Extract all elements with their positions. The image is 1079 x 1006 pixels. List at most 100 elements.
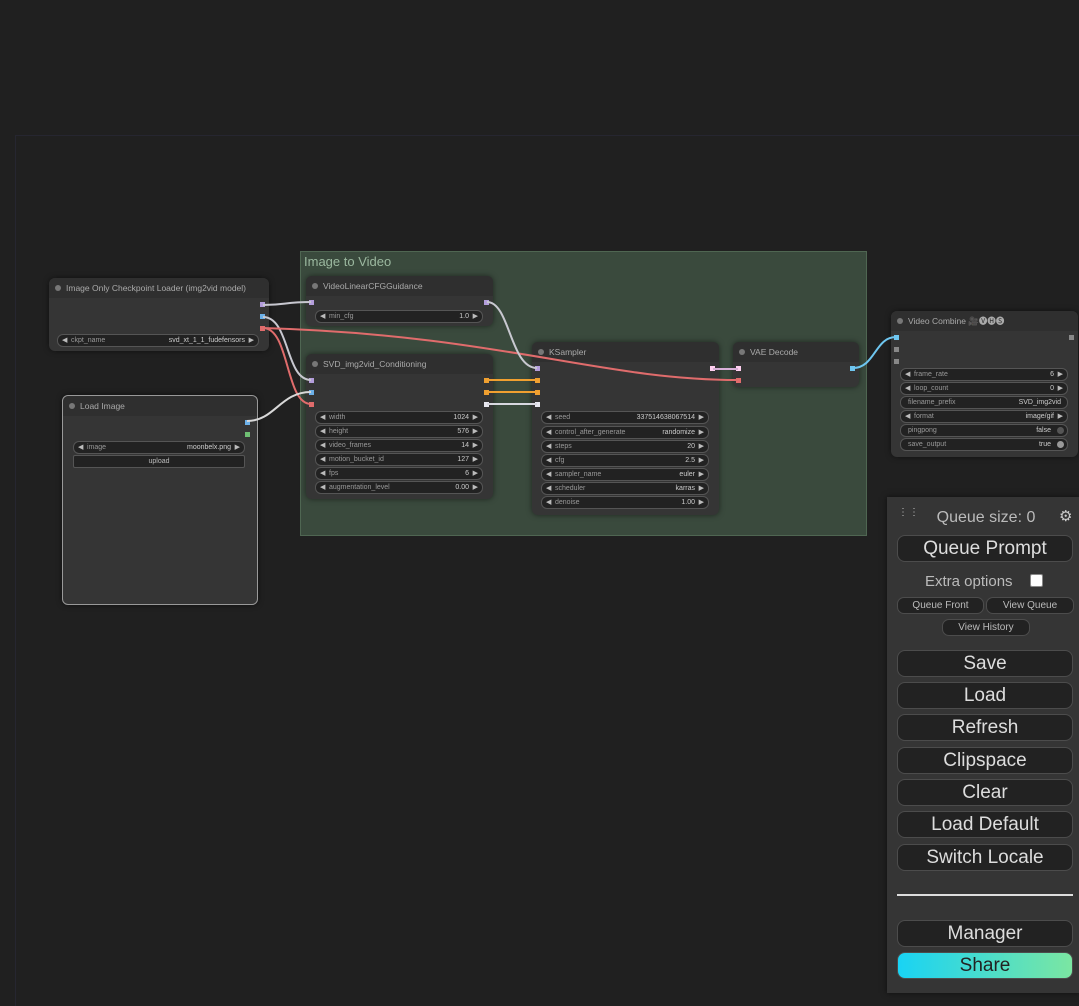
decrement-arrow-icon[interactable]: ◀ [320,482,325,493]
widget-frame-rate[interactable]: ◀ frame_rate 6 ▶ [900,368,1068,381]
increment-arrow-icon[interactable]: ▶ [473,426,478,437]
decrement-arrow-icon[interactable]: ◀ [320,440,325,451]
manager-button[interactable]: Manager [897,920,1073,947]
load-button[interactable]: Load [897,682,1073,709]
switch-locale-button[interactable]: Switch Locale [897,844,1073,871]
output-port-negative[interactable] [484,390,489,395]
input-port-meta-batch[interactable] [894,359,899,364]
decrement-arrow-icon[interactable]: ◀ [546,427,551,438]
decrement-arrow-icon[interactable]: ◀ [546,455,551,466]
refresh-button[interactable]: Refresh [897,714,1073,741]
increment-arrow-icon[interactable]: ▶ [473,468,478,479]
view-queue-button[interactable]: View Queue [986,597,1074,614]
increment-arrow-icon[interactable]: ▶ [699,412,704,423]
increment-arrow-icon[interactable]: ▶ [1058,411,1063,422]
increment-arrow-icon[interactable]: ▶ [1058,383,1063,394]
upload-button[interactable]: upload [73,455,245,468]
collapse-dot[interactable] [69,403,75,409]
node-checkpoint-loader[interactable]: Image Only Checkpoint Loader (img2vid mo… [49,278,269,351]
queue-front-button[interactable]: Queue Front [897,597,984,614]
increment-arrow-icon[interactable]: ▶ [699,455,704,466]
widget-save-output[interactable]: save_output true [900,438,1068,451]
node-svd-img2vid-conditioning[interactable]: SVD_img2vid_Conditioning ◀ width 1024 ▶ ◀ he… [306,354,493,499]
decrement-arrow-icon[interactable]: ◀ [905,369,910,380]
input-port-clip-vision[interactable] [309,378,314,383]
output-port-mask[interactable] [245,432,250,437]
node-video-combine[interactable]: Video Combine 🎥🅥🅗🅢 ◀ frame_rate 6 ▶ ◀ loop_c… [891,311,1078,457]
decrement-arrow-icon[interactable]: ◀ [320,468,325,479]
widget-denoise[interactable]: ◀ denoise 1.00 ▶ [541,496,709,509]
input-port-model[interactable] [535,366,540,371]
increment-arrow-icon[interactable]: ▶ [699,427,704,438]
decrement-arrow-icon[interactable]: ◀ [546,497,551,508]
increment-arrow-icon[interactable]: ▶ [473,311,478,322]
output-port-model[interactable] [260,302,265,307]
widget-video-frames[interactable]: ◀ video_frames 14 ▶ [315,439,483,452]
widget-image[interactable]: ◀ image moonbelx.png ▶ [73,441,245,454]
clipspace-button[interactable]: Clipspace [897,747,1073,774]
increment-arrow-icon[interactable]: ▶ [473,440,478,451]
node-ksampler[interactable]: KSampler ◀ seed 337514638067514 ▶ ◀ control_… [532,342,719,515]
widget-seed[interactable]: ◀ seed 337514638067514 ▶ [541,411,709,424]
input-port-samples[interactable] [736,366,741,371]
output-port-positive[interactable] [484,378,489,383]
increment-arrow-icon[interactable]: ▶ [249,335,254,346]
input-port-vae[interactable] [736,378,741,383]
decrement-arrow-icon[interactable]: ◀ [320,426,325,437]
input-port-model[interactable] [309,300,314,305]
widget-pingpong[interactable]: pingpong false [900,424,1068,437]
share-button[interactable]: Share [897,952,1073,979]
widget-width[interactable]: ◀ width 1024 ▶ [315,411,483,424]
gear-icon[interactable]: ⚙ [1059,507,1072,525]
collapse-dot[interactable] [739,349,745,355]
widget-cfg[interactable]: ◀ cfg 2.5 ▶ [541,454,709,467]
input-port-audio[interactable] [894,347,899,352]
widget-fps[interactable]: ◀ fps 6 ▶ [315,467,483,480]
widget-steps[interactable]: ◀ steps 20 ▶ [541,440,709,453]
widget-ckpt-name[interactable]: ◀ ckpt_name svd_xt_1_1_fudefensors ▶ [57,334,259,347]
queue-prompt-button[interactable]: Queue Prompt [897,535,1073,562]
save-button[interactable]: Save [897,650,1073,677]
decrement-arrow-icon[interactable]: ◀ [62,335,67,346]
collapse-dot[interactable] [897,318,903,324]
widget-motion-bucket-id[interactable]: ◀ motion_bucket_id 127 ▶ [315,453,483,466]
increment-arrow-icon[interactable]: ▶ [473,482,478,493]
output-port-vae[interactable] [260,326,265,331]
widget-filename-prefix[interactable]: filename_prefix SVD_img2vid [900,396,1068,409]
decrement-arrow-icon[interactable]: ◀ [546,441,551,452]
output-port-image[interactable] [850,366,855,371]
node-load-image[interactable]: Load Image ◀ image moonbelx.png ▶ upload [62,395,258,605]
node-video-linear-cfg-guidance[interactable]: VideoLinearCFGGuidance ◀ min_cfg 1.0 ▶ [306,276,493,326]
decrement-arrow-icon[interactable]: ◀ [546,469,551,480]
widget-height[interactable]: ◀ height 576 ▶ [315,425,483,438]
output-port-latent[interactable] [710,366,715,371]
load-default-button[interactable]: Load Default [897,811,1073,838]
increment-arrow-icon[interactable]: ▶ [473,454,478,465]
input-port-negative[interactable] [535,390,540,395]
widget-augmentation-level[interactable]: ◀ augmentation_level 0.00 ▶ [315,481,483,494]
collapse-dot[interactable] [312,361,318,367]
output-port-image[interactable] [245,420,250,425]
decrement-arrow-icon[interactable]: ◀ [546,483,551,494]
collapse-dot[interactable] [55,285,61,291]
output-port-filenames[interactable] [1069,335,1074,340]
node-vae-decode[interactable]: VAE Decode [733,342,859,387]
decrement-arrow-icon[interactable]: ◀ [905,411,910,422]
decrement-arrow-icon[interactable]: ◀ [905,383,910,394]
increment-arrow-icon[interactable]: ▶ [699,469,704,480]
input-port-latent-image[interactable] [535,402,540,407]
widget-control-after-generate[interactable]: ◀ control_after_generate randomize ▶ [541,426,709,439]
output-port-latent[interactable] [484,402,489,407]
decrement-arrow-icon[interactable]: ◀ [320,454,325,465]
increment-arrow-icon[interactable]: ▶ [699,497,704,508]
clear-button[interactable]: Clear [897,779,1073,806]
extra-options-checkbox[interactable] [1030,574,1043,587]
widget-min-cfg[interactable]: ◀ min_cfg 1.0 ▶ [315,310,483,323]
decrement-arrow-icon[interactable]: ◀ [78,442,83,453]
decrement-arrow-icon[interactable]: ◀ [320,412,325,423]
decrement-arrow-icon[interactable]: ◀ [546,412,551,423]
output-port-model[interactable] [484,300,489,305]
increment-arrow-icon[interactable]: ▶ [699,483,704,494]
view-history-button[interactable]: View History [942,619,1030,636]
decrement-arrow-icon[interactable]: ◀ [320,311,325,322]
